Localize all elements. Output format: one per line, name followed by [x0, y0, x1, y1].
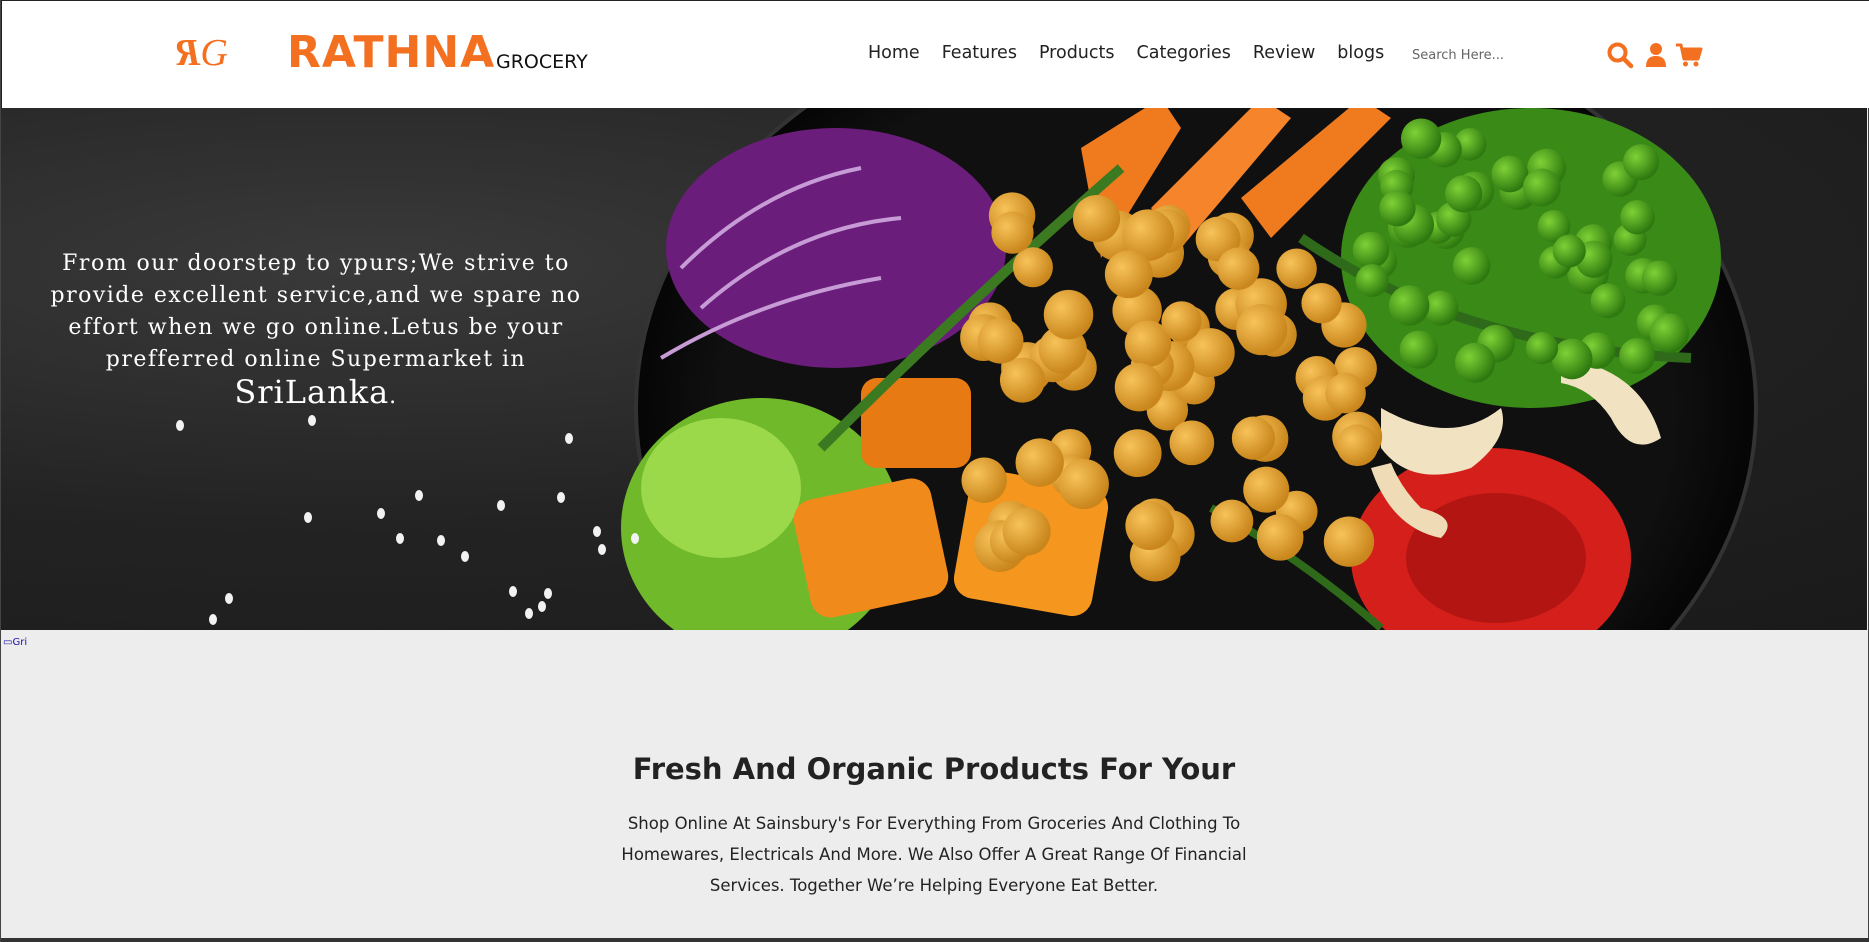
green-pea: [1355, 264, 1389, 298]
chickpea: [1325, 372, 1366, 414]
search-input[interactable]: [1412, 41, 1572, 69]
sesame-seed: [631, 533, 639, 544]
chickpea: [1072, 195, 1121, 243]
sesame-seed: [497, 500, 505, 511]
logo-letter-g: G: [200, 32, 228, 74]
nav-features[interactable]: Features: [942, 43, 1017, 63]
green-pea: [1352, 231, 1390, 269]
sesame-seed: [525, 608, 533, 619]
logo[interactable]: RG: [180, 31, 228, 75]
sesame-seed: [415, 490, 423, 501]
hero-banner: From our doorstep to ypurs;We strive to …: [1, 108, 1867, 630]
broken-image-link[interactable]: ▭Gri: [3, 637, 27, 648]
sesame-seed: [538, 601, 546, 612]
chickpea: [1231, 416, 1276, 460]
green-pea: [1552, 234, 1586, 268]
chickpea: [1002, 507, 1051, 556]
chickpea: [1256, 514, 1304, 561]
sesame-seed: [593, 526, 601, 537]
green-pea: [1619, 338, 1655, 374]
chickpea: [1210, 499, 1254, 543]
sesame-seed: [176, 420, 184, 431]
nav-home[interactable]: Home: [868, 43, 920, 63]
hero-line-4: prefferred online Supermarket in SriLank…: [21, 344, 611, 413]
sesame-seed: [437, 535, 445, 546]
green-pea: [1649, 313, 1690, 353]
hero-line-3: effort when we go online.Letus be your: [68, 315, 564, 340]
user-icon[interactable]: [1642, 41, 1670, 69]
sesame-seed: [308, 415, 316, 426]
search-icon[interactable]: [1606, 41, 1634, 69]
sesame-seed: [377, 508, 385, 519]
hero-highlight: SriLanka: [234, 373, 390, 411]
brand-name[interactable]: RATHNA: [287, 27, 495, 78]
chickpea: [1161, 301, 1202, 342]
green-pea: [1379, 190, 1416, 227]
green-pea: [1399, 330, 1438, 369]
site-header: RG RATHNA GROCERY Home Features Products…: [1, 0, 1869, 108]
chickpea: [961, 457, 1007, 503]
sesame-seed: [225, 593, 233, 604]
chickpea: [1217, 247, 1260, 290]
chickpea: [1113, 429, 1162, 478]
chickpea: [1125, 501, 1175, 551]
green-pea: [1388, 285, 1430, 326]
green-pea: [1620, 199, 1655, 235]
broken-image-alt: Gri: [12, 637, 28, 648]
sesame-seed: [544, 588, 552, 599]
chickpea: [999, 357, 1045, 403]
green-pea: [1452, 247, 1491, 285]
nav-blogs[interactable]: blogs: [1337, 43, 1384, 63]
chickpea: [1015, 438, 1064, 487]
section-description: Shop Online At Sainsbury's For Everythin…: [621, 814, 1247, 895]
sesame-seed: [509, 586, 517, 597]
chickpea: [977, 318, 1024, 364]
window-bottom-edge: [1, 938, 1869, 942]
green-pea: [1400, 118, 1442, 159]
chickpea: [991, 211, 1034, 254]
chickpea: [1043, 289, 1094, 340]
green-pea: [1590, 283, 1626, 319]
chickpea: [1276, 248, 1317, 289]
sesame-seed: [598, 544, 606, 555]
sesame-seed: [304, 512, 312, 523]
chickpea: [1169, 420, 1215, 466]
chickpea: [1323, 516, 1375, 567]
hero-line-1: From our doorstep to ypurs;We strive to: [62, 251, 570, 276]
green-pea: [1454, 342, 1496, 383]
hero-line-4-prefix: prefferred online Supermarket in: [105, 347, 527, 372]
green-pea: [1525, 332, 1559, 365]
nav-review[interactable]: Review: [1253, 43, 1315, 63]
main-nav: Home Features Products Categories Review…: [868, 43, 1384, 63]
chickpea: [1114, 362, 1164, 412]
brand-subtitle: GROCERY: [496, 51, 588, 73]
sesame-seed: [565, 433, 573, 444]
hero-line-2: provide excellent service,and we spare n…: [50, 283, 582, 308]
hero-tagline: From our doorstep to ypurs;We strive to …: [21, 248, 611, 413]
chickpea: [1336, 424, 1379, 467]
chickpea: [1301, 283, 1342, 324]
green-pea: [1522, 168, 1561, 207]
nav-categories[interactable]: Categories: [1137, 43, 1231, 63]
green-pea: [1491, 155, 1529, 193]
green-pea: [1445, 175, 1483, 213]
chickpea: [1058, 458, 1109, 510]
cart-icon[interactable]: [1675, 41, 1703, 69]
chickpea: [1243, 466, 1290, 513]
sesame-seed: [209, 614, 217, 625]
green-pea: [1641, 260, 1678, 296]
sesame-seed: [396, 533, 404, 544]
sesame-seed: [461, 551, 469, 562]
chickpea: [1236, 304, 1288, 356]
logo-letter-r: R: [180, 32, 201, 74]
section-title: Fresh And Organic Products For Your: [632, 752, 1236, 786]
green-pea: [1551, 338, 1593, 380]
sesame-seed: [557, 492, 565, 503]
nav-products[interactable]: Products: [1039, 43, 1115, 63]
green-pea: [1623, 144, 1660, 181]
chickpea: [1104, 250, 1153, 299]
chickpea: [1012, 247, 1053, 288]
hero-line-4-suffix: .: [389, 384, 398, 409]
